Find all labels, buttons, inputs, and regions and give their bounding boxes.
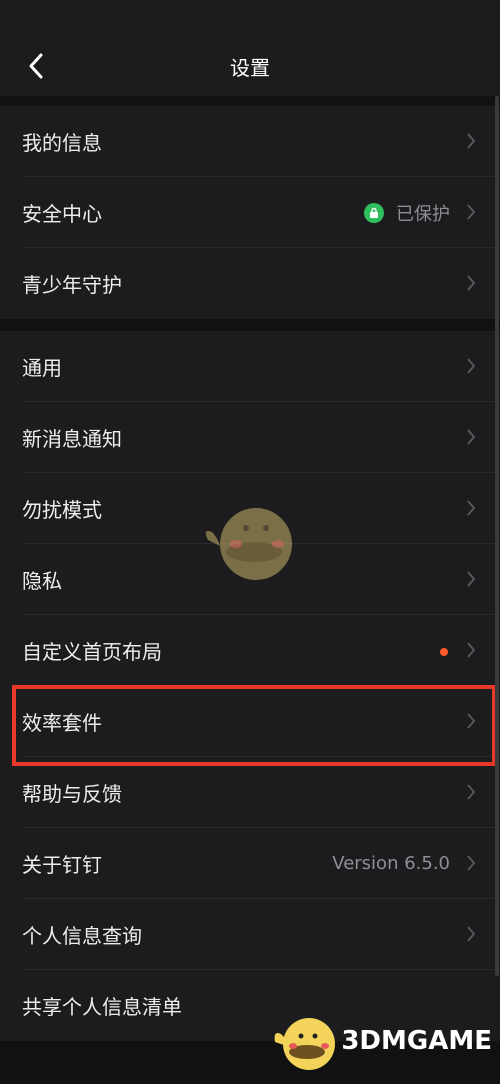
lock-icon bbox=[364, 202, 384, 223]
chevron-right-icon bbox=[467, 713, 476, 729]
menu-item-custom-home-layout[interactable]: 自定义首页布局 bbox=[0, 615, 500, 686]
mascot-logo-icon bbox=[274, 1018, 336, 1070]
chevron-right-icon bbox=[467, 855, 476, 871]
new-badge-dot bbox=[440, 648, 448, 656]
menu-item-label: 我的信息 bbox=[22, 131, 102, 155]
chevron-right-icon bbox=[467, 275, 476, 291]
chevron-right-icon bbox=[467, 429, 476, 445]
menu-item-about[interactable]: 关于钉钉 Version 6.5.0 bbox=[0, 828, 500, 899]
chevron-right-icon bbox=[467, 642, 476, 658]
settings-group-general: 通用 新消息通知 勿扰模式 隐私 自定义首页布局 效率套件 帮助与反馈 关于钉钉… bbox=[0, 331, 500, 1041]
chevron-right-icon bbox=[467, 571, 476, 587]
page-title: 设置 bbox=[230, 56, 270, 80]
menu-item-youth-protection[interactable]: 青少年守护 bbox=[0, 248, 500, 319]
version-text: Version 6.5.0 bbox=[332, 853, 450, 874]
menu-item-label: 新消息通知 bbox=[22, 427, 122, 451]
menu-item-label: 通用 bbox=[22, 356, 62, 380]
menu-item-label: 自定义首页布局 bbox=[22, 640, 162, 664]
site-watermark: 3DMGAME bbox=[271, 1006, 492, 1076]
menu-item-notifications[interactable]: 新消息通知 bbox=[0, 402, 500, 473]
chevron-right-icon bbox=[467, 358, 476, 374]
menu-item-label: 帮助与反馈 bbox=[22, 782, 122, 806]
menu-item-security-center[interactable]: 安全中心 已保护 bbox=[0, 177, 500, 248]
menu-item-help-feedback[interactable]: 帮助与反馈 bbox=[0, 757, 500, 828]
chevron-right-icon bbox=[467, 204, 476, 220]
menu-item-label: 勿扰模式 bbox=[22, 498, 102, 522]
menu-item-label: 共享个人信息清单 bbox=[22, 995, 182, 1019]
menu-item-label: 效率套件 bbox=[22, 711, 102, 735]
menu-item-label: 安全中心 bbox=[22, 202, 102, 226]
menu-item-my-info[interactable]: 我的信息 bbox=[0, 106, 500, 177]
mascot-watermark-icon bbox=[205, 508, 292, 580]
chevron-right-icon bbox=[467, 500, 476, 516]
chevron-right-icon bbox=[467, 926, 476, 942]
scrollbar[interactable] bbox=[495, 96, 499, 976]
menu-item-general[interactable]: 通用 bbox=[0, 331, 500, 402]
security-status-text: 已保护 bbox=[396, 203, 450, 225]
menu-item-label: 隐私 bbox=[22, 569, 62, 593]
menu-item-label: 个人信息查询 bbox=[22, 924, 142, 948]
chevron-right-icon bbox=[467, 784, 476, 800]
security-status: 已保护 bbox=[364, 200, 450, 226]
watermark-text: 3DMGAME bbox=[341, 1026, 492, 1056]
chevron-right-icon bbox=[467, 133, 476, 149]
menu-item-label: 青少年守护 bbox=[22, 273, 122, 297]
settings-group-account: 我的信息 安全中心 已保护 青少年守护 bbox=[0, 106, 500, 319]
menu-item-personal-info-query[interactable]: 个人信息查询 bbox=[0, 899, 500, 970]
app-header: 设置 bbox=[0, 0, 500, 96]
menu-item-label: 关于钉钉 bbox=[22, 853, 102, 877]
menu-item-efficiency-suite[interactable]: 效率套件 bbox=[0, 686, 500, 757]
